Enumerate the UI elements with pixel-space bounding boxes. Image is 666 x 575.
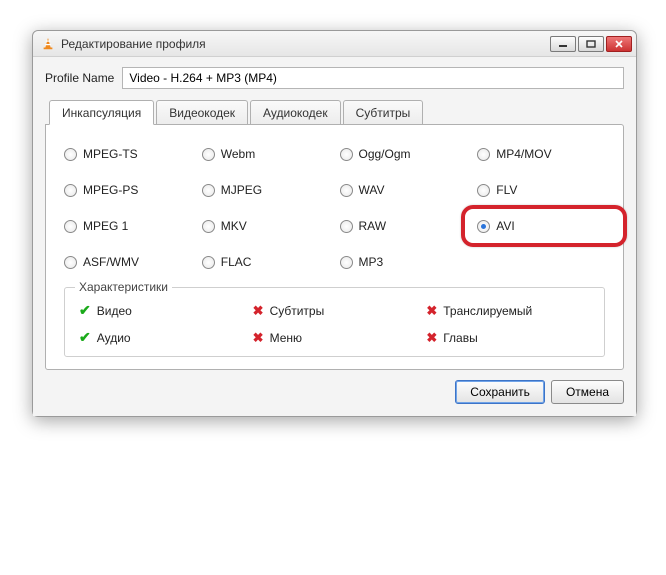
radio-indicator: [64, 220, 77, 233]
radio-avi[interactable]: AVI: [477, 219, 605, 233]
radio-mpeg_ts[interactable]: MPEG-TS: [64, 147, 192, 161]
radio-indicator: [477, 148, 490, 161]
window-controls: [550, 36, 632, 52]
characteristics-group: Характеристики ✔Видео✖Субтитры✖Транслиру…: [64, 287, 605, 357]
close-button[interactable]: [606, 36, 632, 52]
radio-wav[interactable]: WAV: [340, 183, 468, 197]
client-area: Profile Name Инкапсуляция Видеокодек Ауд…: [33, 57, 636, 416]
radio-label: FLV: [496, 183, 517, 197]
characteristics-legend: Характеристики: [75, 280, 172, 294]
minimize-button[interactable]: [550, 36, 576, 52]
cross-icon: ✖: [426, 303, 437, 319]
profile-name-input[interactable]: [122, 67, 624, 89]
tab-encapsulation[interactable]: Инкапсуляция: [49, 100, 154, 125]
profile-name-row: Profile Name: [45, 67, 624, 89]
radio-indicator: [202, 256, 215, 269]
vlc-cone-icon: [41, 37, 55, 51]
encapsulation-radio-grid: MPEG-TS Webm Ogg/Ogm MP4/MOV MPEG-PS MJPEG WAV…: [64, 147, 605, 269]
radio-webm[interactable]: Webm: [202, 147, 330, 161]
char-chapters: ✖ Главы: [426, 329, 590, 346]
radio-indicator: [64, 148, 77, 161]
radio-label: MKV: [221, 219, 247, 233]
radio-indicator: [202, 220, 215, 233]
radio-mpeg1[interactable]: MPEG 1: [64, 219, 192, 233]
tab-pane-encapsulation: MPEG-TS Webm Ogg/Ogm MP4/MOV MPEG-PS MJPEG WAV…: [45, 124, 624, 370]
char-audio: ✔ Аудио: [79, 329, 243, 346]
tab-row: Инкапсуляция Видеокодек Аудиокодек Субти…: [45, 99, 624, 124]
radio-label: MP3: [359, 255, 384, 269]
radio-label: MPEG 1: [83, 219, 128, 233]
radio-raw[interactable]: RAW: [340, 219, 468, 233]
titlebar: Редактирование профиля: [33, 31, 636, 57]
radio-label: WAV: [359, 183, 385, 197]
check-icon: ✔: [79, 302, 91, 319]
save-button[interactable]: Сохранить: [455, 380, 545, 404]
char-video: ✔ Видео: [79, 302, 243, 319]
radio-asf[interactable]: ASF/WMV: [64, 255, 192, 269]
radio-mp4[interactable]: MP4/MOV: [477, 147, 605, 161]
char-stream: ✖ Транслируемый: [426, 302, 590, 319]
char-label: Главы: [443, 331, 478, 345]
char-label: Меню: [270, 331, 302, 345]
radio-ogg[interactable]: Ogg/Ogm: [340, 147, 468, 161]
radio-mpeg_ps[interactable]: MPEG-PS: [64, 183, 192, 197]
radio-flac[interactable]: FLAC: [202, 255, 330, 269]
profile-edit-window: Редактирование профиля Profile Name Инка…: [32, 30, 637, 417]
radio-label: Ogg/Ogm: [359, 147, 411, 161]
tab-videocodec[interactable]: Видеокодек: [156, 100, 248, 125]
radio-indicator: [64, 256, 77, 269]
char-label: Видео: [97, 304, 132, 318]
radio-label: RAW: [359, 219, 387, 233]
char-label: Транслируемый: [443, 304, 532, 318]
radio-indicator: [202, 148, 215, 161]
radio-indicator: [64, 184, 77, 197]
tabs: Инкапсуляция Видеокодек Аудиокодек Субти…: [45, 99, 624, 370]
radio-label: FLAC: [221, 255, 252, 269]
radio-mkv[interactable]: MKV: [202, 219, 330, 233]
window-title: Редактирование профиля: [61, 37, 550, 51]
radio-indicator: [340, 148, 353, 161]
radio-indicator: [202, 184, 215, 197]
check-icon: ✔: [79, 329, 91, 346]
radio-mp3[interactable]: MP3: [340, 255, 468, 269]
radio-indicator: [477, 184, 490, 197]
tab-audiocodec[interactable]: Аудиокодек: [250, 100, 341, 125]
radio-label: MPEG-PS: [83, 183, 138, 197]
radio-mjpeg[interactable]: MJPEG: [202, 183, 330, 197]
tab-subtitles[interactable]: Субтитры: [343, 100, 424, 125]
footer: Сохранить Отмена: [45, 380, 624, 404]
char-label: Субтитры: [270, 304, 325, 318]
radio-label: MJPEG: [221, 183, 262, 197]
radio-indicator: [340, 256, 353, 269]
cross-icon: ✖: [253, 330, 264, 346]
cross-icon: ✖: [253, 303, 264, 319]
char-menu: ✖ Меню: [253, 329, 417, 346]
radio-label: MP4/MOV: [496, 147, 551, 161]
characteristics-grid: ✔ Видео ✖ Субтитры ✖ Транслируемый ✔ Аудио ✖ Меню…: [79, 302, 590, 346]
radio-label: ASF/WMV: [83, 255, 139, 269]
radio-label: AVI: [496, 219, 514, 233]
radio-label: MPEG-TS: [83, 147, 138, 161]
cross-icon: ✖: [426, 330, 437, 346]
maximize-button[interactable]: [578, 36, 604, 52]
radio-indicator: [340, 220, 353, 233]
cancel-button[interactable]: Отмена: [551, 380, 624, 404]
radio-label: Webm: [221, 147, 255, 161]
char-subs: ✖ Субтитры: [253, 302, 417, 319]
char-label: Аудио: [97, 331, 131, 345]
profile-name-label: Profile Name: [45, 71, 114, 85]
radio-indicator: [477, 220, 490, 233]
radio-indicator: [340, 184, 353, 197]
radio-flv[interactable]: FLV: [477, 183, 605, 197]
